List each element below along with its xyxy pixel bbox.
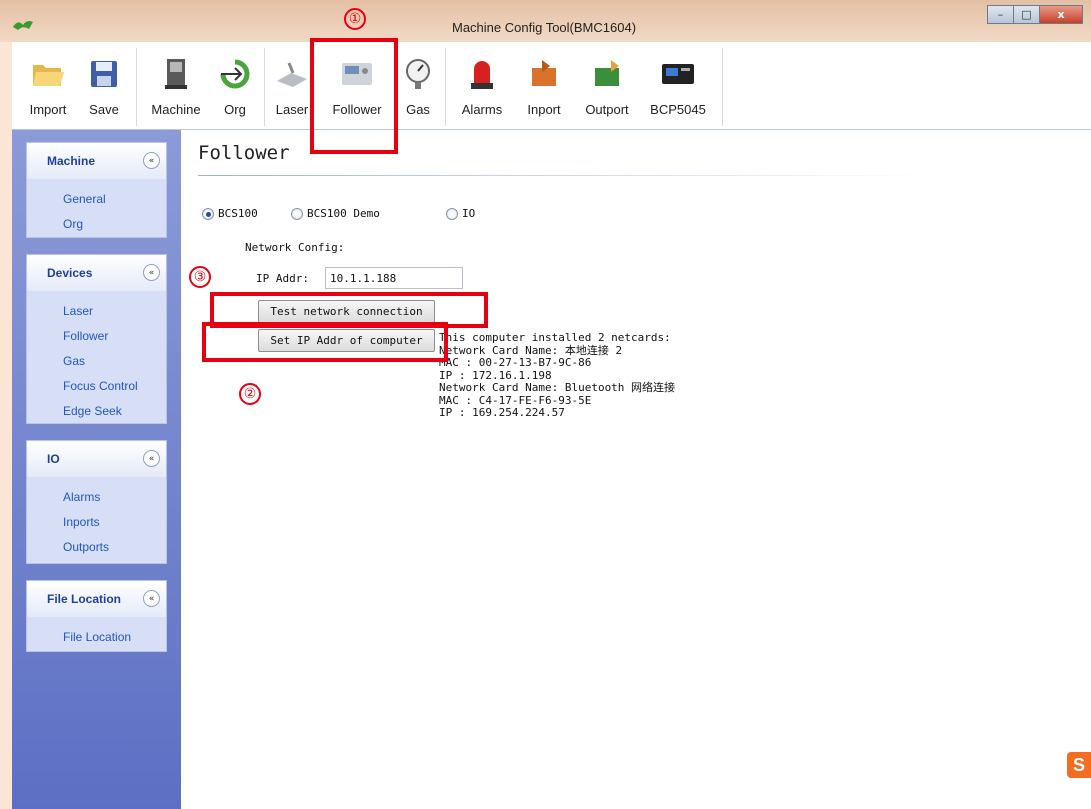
pressure-gauge-icon [400,54,436,94]
sidebar-item-outports[interactable]: Outports [27,535,166,560]
app-window: Machine Config Tool(BMC1604) – □ x Impor… [0,0,1091,809]
collapse-icon[interactable]: « [143,450,160,467]
machine-icon [158,54,194,94]
import-button[interactable]: Import [18,46,78,126]
toolbar-separator [136,48,137,126]
sidebar-item-org[interactable]: Org [27,212,166,237]
laser-button[interactable]: Laser [268,46,316,126]
main-toolbar: Import Save Machine Org Laser Follower G… [12,42,1091,130]
toolbar-separator [722,48,723,126]
collapse-icon[interactable]: « [143,264,160,281]
org-button[interactable]: Org [212,46,258,126]
app-logo-icon [12,16,34,30]
alarm-light-icon [464,54,500,94]
toolbar-separator [264,48,265,126]
sidebar-item-laser[interactable]: Laser [27,299,166,324]
controller-panel-icon [660,54,696,94]
sidebar-group-file-location: File Location « File Location [26,580,167,652]
radio-unchecked-icon [291,207,303,220]
sidebar-item-file-location[interactable]: File Location [27,625,166,650]
sidebar-group-io: IO « Alarms Inports Outports [26,440,167,564]
sogou-watermark-icon: S [1067,752,1091,778]
radio-checked-icon [202,207,214,220]
annotation-number-3: ③ [189,266,211,288]
title-divider [198,175,928,176]
radio-unchecked-icon [446,207,458,220]
folder-open-icon [30,54,66,94]
maximize-button[interactable]: □ [1013,5,1040,24]
ip-addr-input[interactable] [325,267,463,289]
group-header[interactable]: File Location « [27,581,166,617]
radio-bcs100[interactable]: BCS100 [202,207,258,220]
machine-button[interactable]: Machine [145,46,207,126]
inport-icon [526,54,562,94]
sidebar-group-devices: Devices « Laser Follower Gas Focus Contr… [26,254,167,424]
window-controls: – □ x [987,5,1083,24]
close-button[interactable]: x [1039,5,1083,24]
annotation-box-set-ip [202,322,448,362]
collapse-icon[interactable]: « [143,152,160,169]
collapse-icon[interactable]: « [143,590,160,607]
main-panel: Follower BCS100 BCS100 Demo IO Network C… [181,130,1091,809]
inport-button[interactable]: Inport [517,46,571,126]
sidebar-item-inports[interactable]: Inports [27,510,166,535]
sidebar-item-edge-seek[interactable]: Edge Seek [27,399,166,424]
toolbar-separator [445,48,446,126]
network-config-label: Network Config: [245,241,345,254]
sidebar-item-alarms[interactable]: Alarms [27,485,166,510]
netcard-info: This computer installed 2 netcards: Netwo… [439,331,676,419]
annotation-number-1: ① [344,8,366,30]
laser-icon [274,54,310,94]
group-header[interactable]: Devices « [27,255,166,291]
title-bar: Machine Config Tool(BMC1604) – □ x [0,0,1091,42]
ip-addr-label: IP Addr: [256,272,309,285]
save-button[interactable]: Save [82,46,126,126]
radio-bcs100-demo[interactable]: BCS100 Demo [291,207,380,220]
sidebar: Machine « General Org Devices « Laser Fo… [12,130,181,809]
alarms-button[interactable]: Alarms [454,46,510,126]
outport-button[interactable]: Outport [577,46,637,126]
annotation-box-follower [310,38,398,154]
annotation-number-2: ② [239,383,261,405]
group-header[interactable]: IO « [27,441,166,477]
window-title: Machine Config Tool(BMC1604) [452,20,637,35]
outport-icon [589,54,625,94]
radio-io[interactable]: IO [446,207,475,220]
page-title: Follower [198,142,290,164]
sidebar-item-follower[interactable]: Follower [27,324,166,349]
sidebar-group-machine: Machine « General Org [26,142,167,238]
gas-button[interactable]: Gas [397,46,439,126]
sidebar-item-general[interactable]: General [27,187,166,212]
sidebar-item-focus-control[interactable]: Focus Control [27,374,166,399]
sidebar-item-gas[interactable]: Gas [27,349,166,374]
bcp5045-button[interactable]: BCP5045 [644,46,712,126]
origin-arrow-icon [217,54,253,94]
floppy-disk-icon [86,54,122,94]
group-header[interactable]: Machine « [27,143,166,179]
minimize-button[interactable]: – [987,5,1014,24]
